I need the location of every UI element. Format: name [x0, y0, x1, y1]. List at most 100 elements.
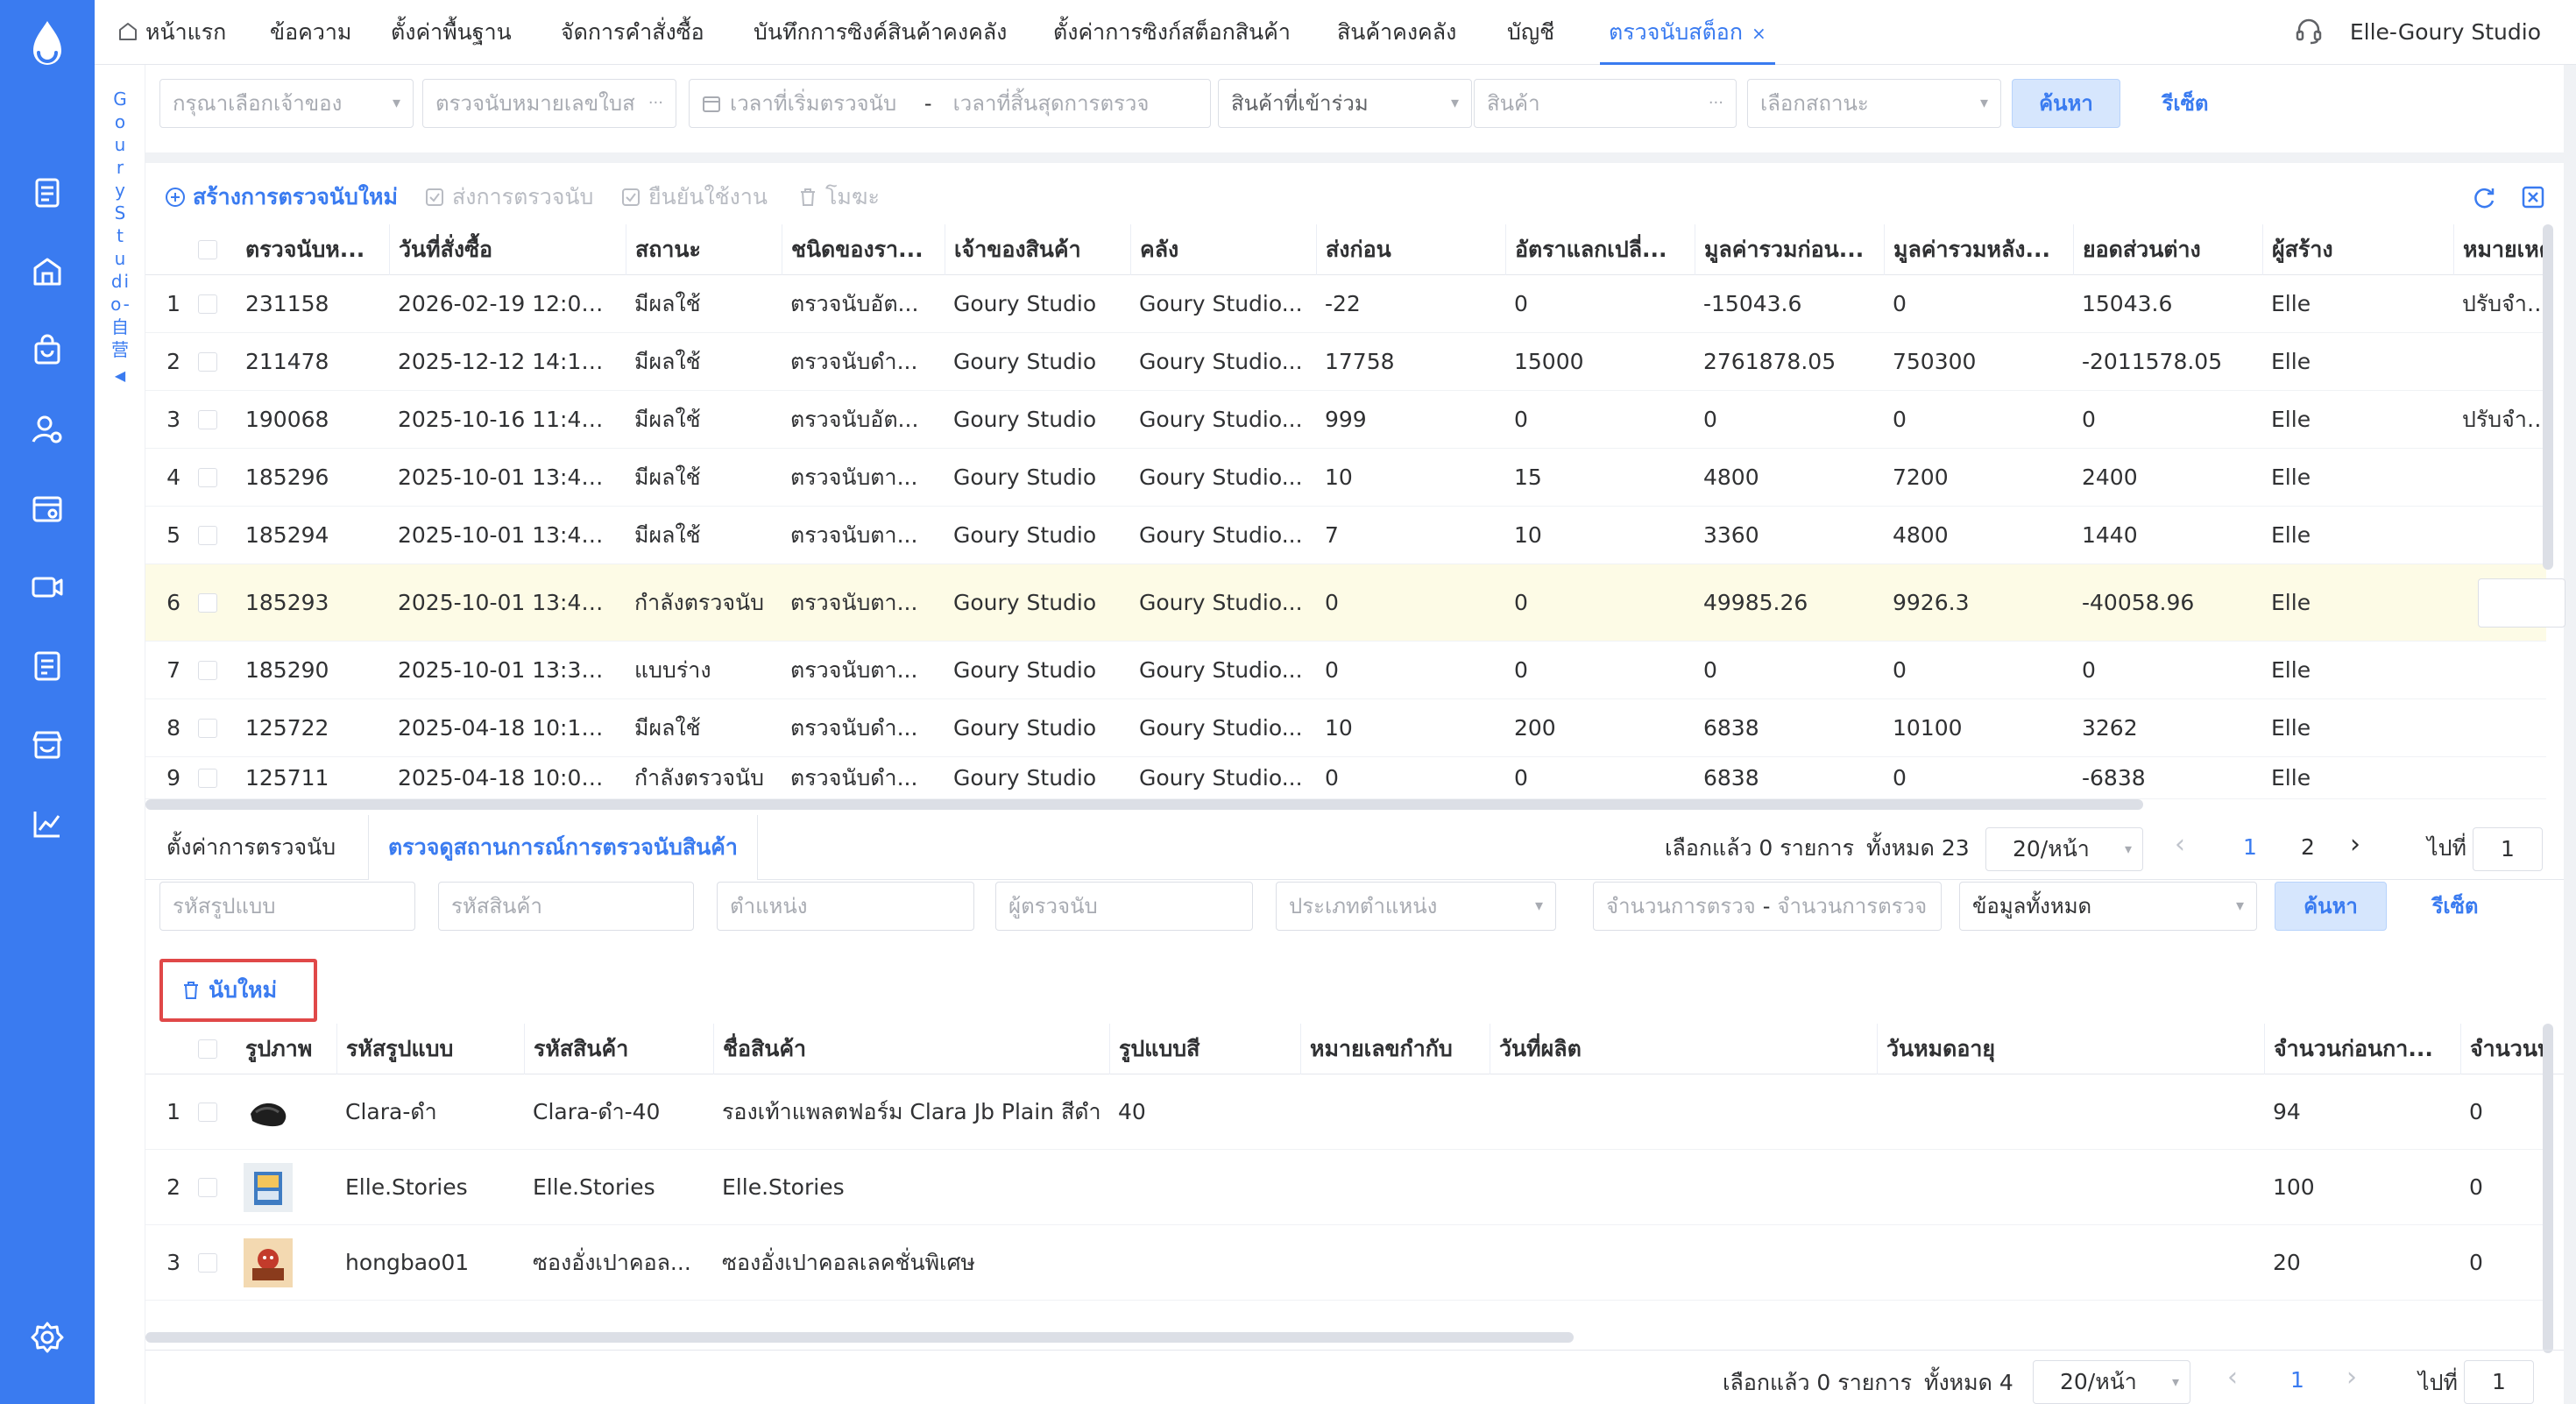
export-excel-icon[interactable]	[2520, 184, 2546, 210]
col-product-code[interactable]: รหัสสินค้า	[524, 1024, 708, 1074]
row-checkbox[interactable]	[198, 526, 217, 545]
tab-home[interactable]: หน้าแรก	[117, 0, 226, 65]
col-product-name[interactable]: ชื่อสินค้า	[713, 1024, 1108, 1074]
table-row[interactable]: 4 185296 2025-10-01 13:48:32 มีผลใช้ ตรวจนับ…	[145, 449, 2546, 507]
product-thumbnail[interactable]	[244, 1163, 293, 1212]
date-range-picker[interactable]: เวลาที่เริ่มตรวจนับ - เวลาที่สิ้นสุดการตร…	[689, 79, 1211, 128]
col-order-date[interactable]: วันที่สั่งซื้อ	[389, 224, 547, 275]
logo-drop-icon[interactable]	[26, 19, 68, 72]
table-row[interactable]: 3 190068 2025-10-16 11:45:23 มีผลใช้ ตรวจนับ…	[145, 391, 2550, 449]
tab-count-status[interactable]: ตรวจดูสถานการณ์การตรวจนับสินค้า	[368, 815, 758, 880]
headset-icon[interactable]	[2294, 6, 2324, 45]
select-all-checkbox[interactable]	[198, 240, 217, 259]
create-count-button[interactable]: สร้างการตรวจนับใหม่	[165, 170, 398, 224]
row-checkbox[interactable]	[198, 410, 217, 429]
next-page-icon[interactable]: ›	[2350, 829, 2360, 860]
tab-account[interactable]: บัญชี	[1507, 0, 1554, 65]
goto-page-input[interactable]: 1	[2464, 1360, 2534, 1404]
row-checkbox[interactable]	[198, 468, 217, 487]
submit-count-button[interactable]: ส่งการตรวจนับ	[424, 170, 593, 224]
tab-stock-sync-settings[interactable]: ตั้งค่าการซิงก์สต็อกสินค้า	[1053, 0, 1291, 65]
bottom-table-vscroll[interactable]	[2543, 1024, 2553, 1353]
col-status[interactable]: สถานะ	[626, 224, 766, 275]
location-input[interactable]: ตำแหน่ง	[717, 882, 974, 931]
row-checkbox[interactable]	[198, 1103, 217, 1122]
table-row[interactable]: 7 185290 2025-10-01 13:35:09 แบบร่าง ตรวจนับ…	[145, 642, 2546, 699]
refresh-icon[interactable]	[2471, 184, 2497, 210]
table-row[interactable]: 6 185293 2025-10-01 13:43:26 กำลังตรวจนับ ตร…	[145, 564, 2565, 642]
top-table-hscroll[interactable]	[145, 799, 2143, 810]
data-scope-select[interactable]: ข้อมูลทั้งหมด ▾	[1959, 882, 2257, 931]
col-pre[interactable]: ส่งก่อน	[1316, 224, 1502, 275]
bottom-search-button[interactable]: ค้นหา	[2275, 882, 2387, 931]
chart-icon[interactable]	[30, 806, 65, 841]
confirm-button[interactable]: ยืนยันใช้งาน	[620, 170, 768, 224]
page-1[interactable]: 1	[2233, 834, 2268, 860]
count-range-input[interactable]: จำนวนการตรวจ - จำนวนการตรวจ	[1593, 882, 1942, 931]
close-icon[interactable]: ×	[1752, 23, 1766, 44]
count-no-input[interactable]: ตรวจนับหมายเลขใบส ···	[422, 79, 676, 128]
location-type-select[interactable]: ประเภทตำแหน่ง ▾	[1276, 882, 1556, 931]
row-checkbox[interactable]	[198, 661, 217, 680]
col-rate[interactable]: อัตราแลกเปลี่...	[1505, 224, 1691, 275]
user-menu[interactable]: Elle-Goury Studio	[2294, 0, 2541, 65]
col-mfg-date[interactable]: วันที่ผลิต	[1490, 1024, 1875, 1074]
col-color[interactable]: รูปแบบสี	[1109, 1024, 1295, 1074]
col-serial[interactable]: หมายเลขกำกับ	[1300, 1024, 1486, 1074]
top-per-page-select[interactable]: 20/หน้า ▾	[1985, 827, 2143, 871]
row-checkbox[interactable]	[198, 1178, 217, 1197]
vertical-shop-label[interactable]: Goury Studio-自营 ◀	[110, 88, 131, 387]
tab-basic-settings[interactable]: ตั้งค่าพื้นฐาน	[391, 0, 512, 65]
tab-inventory-sync-log[interactable]: บันทึกการซิงค์สินค้าคงคลัง	[754, 0, 1007, 65]
reset-button[interactable]: รีเซ็ต	[2131, 79, 2240, 128]
collapse-arrow-icon[interactable]: ◀	[110, 365, 131, 387]
more-icon[interactable]: ···	[642, 80, 663, 127]
col-warehouse[interactable]: คลัง	[1130, 224, 1306, 275]
prev-page-icon[interactable]: ‹	[2227, 1362, 2238, 1393]
product-input[interactable]: สินค้า ···	[1474, 79, 1737, 128]
settings-icon[interactable]	[30, 1320, 65, 1355]
row-checkbox[interactable]	[198, 294, 217, 314]
page-1[interactable]: 1	[2280, 1367, 2315, 1393]
table-row[interactable]: 2 Elle.Stories Elle.Stories Elle.Stories 100…	[145, 1150, 2546, 1225]
row-checkbox[interactable]	[198, 352, 217, 372]
status-select[interactable]: เลือกสถานะ ▾	[1747, 79, 2001, 128]
bottom-per-page-select[interactable]: 20/หน้า ▾	[2033, 1360, 2190, 1404]
counter-input[interactable]: ผู้ตรวจนับ	[995, 882, 1253, 931]
tab-count-settings[interactable]: ตั้งค่าการตรวจนับ	[166, 815, 336, 880]
store-image-icon[interactable]	[30, 491, 65, 526]
table-row[interactable]: 1 231158 2026-02-19 12:09:33 มีผลใช้ ตรวจนับ…	[145, 275, 2550, 333]
col-before[interactable]: มูลค่ารวมก่อน...	[1695, 224, 1880, 275]
table-row[interactable]: 3 hongbao01 ซองอั่งเปาคอล... ซองอั่งเปาคอลเ…	[145, 1225, 2546, 1301]
recount-button[interactable]: นับใหม่	[180, 969, 277, 1011]
col-qty-before[interactable]: จำนวนก่อนกา...	[2264, 1024, 2452, 1074]
page-2[interactable]: 2	[2290, 834, 2325, 860]
col-expiry[interactable]: วันหมดอายุ	[1877, 1024, 2254, 1074]
row-checkbox[interactable]	[198, 593, 217, 613]
prev-page-icon[interactable]: ‹	[2175, 829, 2185, 860]
document-icon[interactable]	[30, 175, 65, 210]
product-thumbnail[interactable]	[244, 1088, 293, 1137]
search-button[interactable]: ค้นหา	[2012, 79, 2120, 128]
select-all-checkbox[interactable]	[198, 1039, 217, 1059]
tab-messages[interactable]: ข้อความ	[270, 0, 351, 65]
owner-select[interactable]: กรุณาเลือกเจ้าของ ▾	[159, 79, 414, 128]
col-diff[interactable]: ยอดส่วนต่าง	[2073, 224, 2259, 275]
tab-order-management[interactable]: จัดการคำสั่งซื้อ	[561, 0, 704, 65]
col-creator[interactable]: ผู้สร้าง	[2262, 224, 2450, 275]
col-owner[interactable]: เจ้าของสินค้า	[945, 224, 1120, 275]
row-checkbox[interactable]	[198, 1253, 217, 1273]
product-thumbnail[interactable]	[244, 1238, 293, 1287]
top-table-vscroll[interactable]	[2543, 224, 2553, 570]
col-type[interactable]: ชนิดของรา...	[782, 224, 939, 275]
user-settings-icon[interactable]	[30, 412, 65, 447]
video-icon[interactable]	[30, 570, 65, 605]
checklist-icon[interactable]	[30, 649, 65, 684]
col-style-code[interactable]: รหัสรูปแบบ	[336, 1024, 520, 1074]
row-checkbox[interactable]	[198, 769, 217, 788]
shopping-bag-icon[interactable]	[30, 333, 65, 368]
void-button[interactable]: โมฆะ	[797, 170, 880, 224]
col-count-no[interactable]: ตรวจนับห...	[237, 224, 384, 275]
shop-icon[interactable]	[30, 727, 65, 762]
next-page-icon[interactable]: ›	[2346, 1362, 2357, 1393]
